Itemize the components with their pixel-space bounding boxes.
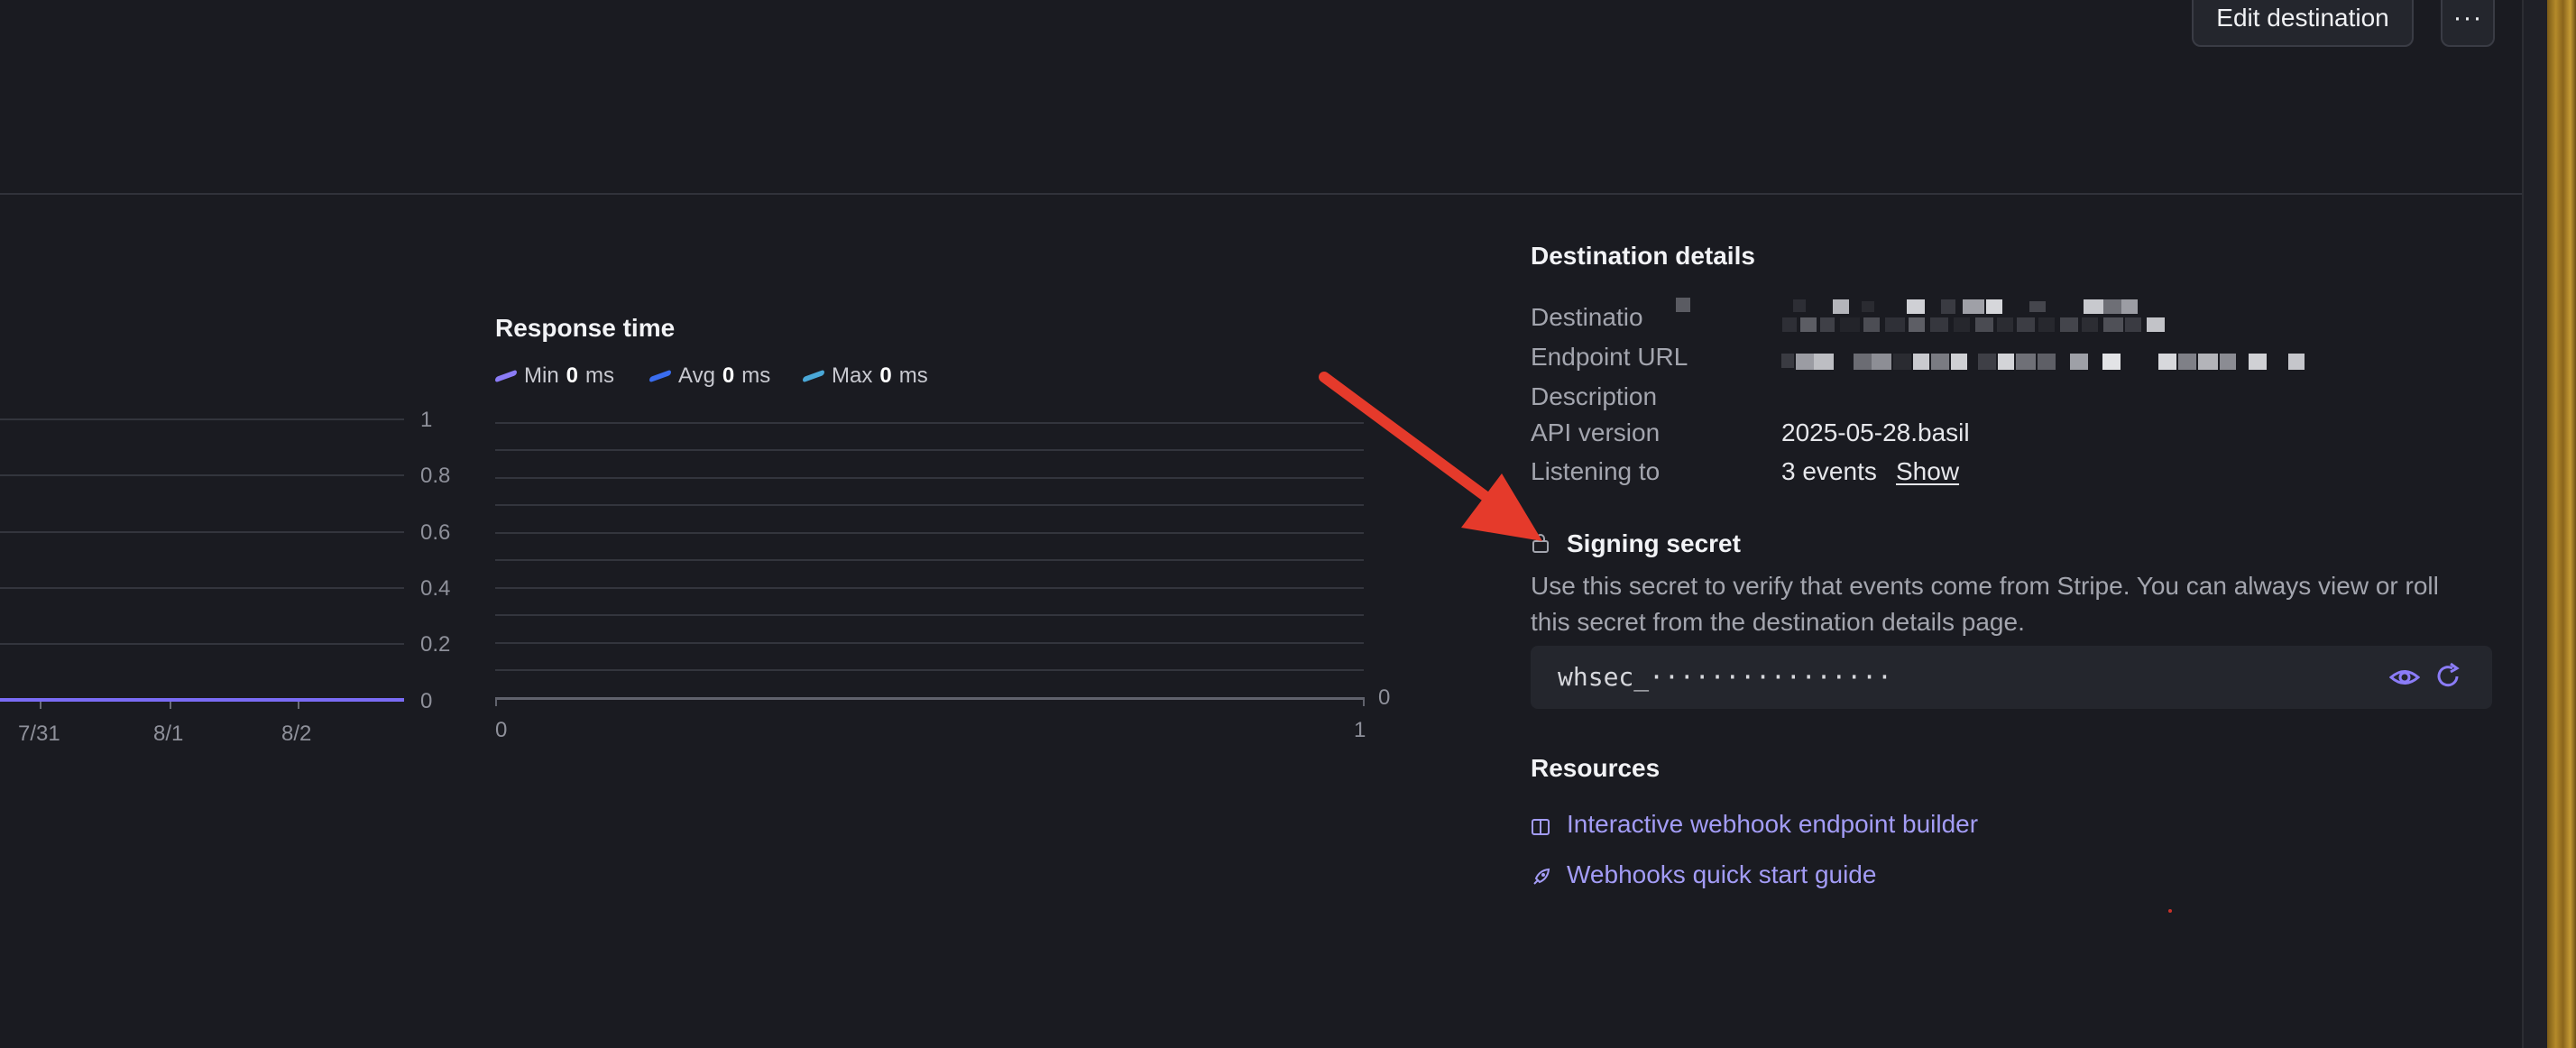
description-line-1: Use this secret to verify that events co… <box>1531 572 2439 600</box>
signing-secret-value: whsec_················ <box>1558 662 1892 692</box>
legend-avg: Avg 0 ms <box>649 363 770 389</box>
x-tick-label: 8/1 <box>153 722 184 746</box>
y-tick-label: 0.2 <box>420 632 451 657</box>
signing-secret-description: Use this secret to verify that events co… <box>1531 568 2505 640</box>
x-tick-label: 7/31 <box>18 722 60 746</box>
legend-unit: ms <box>898 363 928 388</box>
destination-details-title: Destination details <box>1531 242 1755 270</box>
legend-max: Max 0 ms <box>803 363 928 389</box>
legend-unit: ms <box>741 363 771 388</box>
legend-label: Max <box>832 363 873 388</box>
legend-value: 0 <box>722 363 735 388</box>
resources-title: Resources <box>1531 754 1661 782</box>
edit-destination-button[interactable]: Edit destination <box>2192 0 2414 47</box>
x-tick-label: 8/2 <box>281 722 312 746</box>
scrollbar-track[interactable] <box>2522 0 2551 1048</box>
signing-secret-field[interactable]: whsec_················ <box>1531 646 2492 709</box>
legend-label: Min <box>524 363 559 388</box>
y-tick-label: 0.4 <box>420 576 451 601</box>
y-tick-label: 1 <box>420 408 433 432</box>
legend-unit: ms <box>585 363 615 388</box>
webhook-builder-label: Interactive webhook endpoint builder <box>1567 810 1979 838</box>
y-tick-label: 0 <box>420 689 433 713</box>
response-time-title: Response time <box>495 314 676 342</box>
legend-swatch-min <box>495 369 517 383</box>
events-chart-line <box>0 698 404 702</box>
legend-value: 0 <box>879 363 892 388</box>
legend-swatch-max <box>803 369 824 383</box>
refresh-icon[interactable] <box>2433 661 2463 692</box>
rocket-icon <box>1531 865 1550 885</box>
header-divider <box>0 193 2522 195</box>
legend-value: 0 <box>566 363 579 388</box>
legend-label: Avg <box>678 363 715 388</box>
x-tick-label: 0 <box>495 718 508 742</box>
quick-start-guide-link[interactable]: Webhooks quick start guide <box>1531 860 1876 889</box>
legend-swatch-avg <box>649 369 671 383</box>
main-panel: Edit destination ··· 1 0.8 0.6 0.4 0.2 0… <box>0 0 2522 1048</box>
legend-min: Min 0 ms <box>495 363 614 389</box>
description-line-2: this secret from the destination details… <box>1531 608 2025 636</box>
signing-secret-title: Signing secret <box>1567 529 1741 557</box>
response-time-baseline <box>495 697 1365 700</box>
y-tick-label: 0.6 <box>420 520 451 545</box>
more-options-button[interactable]: ··· <box>2441 0 2495 47</box>
x-tick-label: 1 <box>1354 718 1366 742</box>
redacted-destination-name <box>1624 298 2201 334</box>
y-tick-label: 0.8 <box>420 464 451 488</box>
webhook-builder-link[interactable]: Interactive webhook endpoint builder <box>1531 810 1978 839</box>
detail-value-api-version: 2025-05-28.basil <box>1781 418 1970 446</box>
desktop-background <box>2547 0 2576 1048</box>
redacted-endpoint-url <box>1781 350 2323 373</box>
quick-start-guide-label: Webhooks quick start guide <box>1567 860 1877 888</box>
show-events-link[interactable]: Show <box>1896 457 1959 486</box>
annotation-arrow <box>1319 372 1542 541</box>
detail-label-endpoint-url: Endpoint URL <box>1531 343 1688 371</box>
detail-value-listening-to: 3 events <box>1781 457 1877 485</box>
y-tick-label: 0 <box>1378 685 1391 710</box>
book-icon <box>1531 814 1550 835</box>
eye-icon[interactable] <box>2388 664 2421 691</box>
